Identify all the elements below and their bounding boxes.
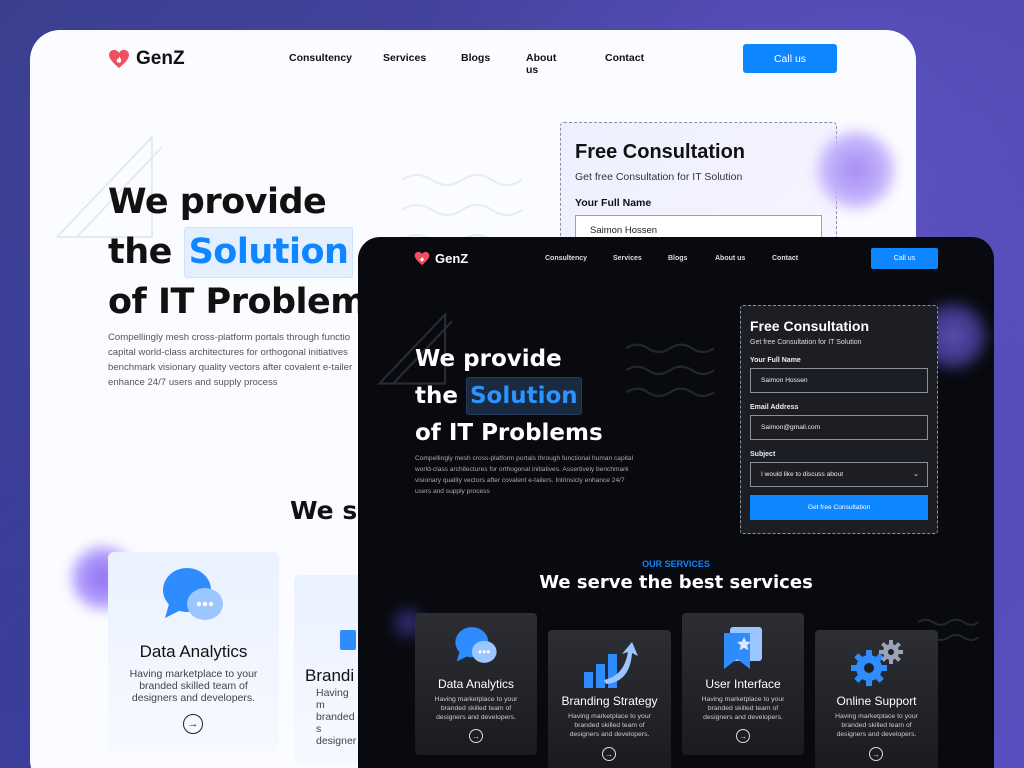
service-title: User Interface bbox=[705, 677, 781, 691]
nav-consultency[interactable]: Consultency bbox=[545, 255, 587, 262]
nav-contact[interactable]: Contact bbox=[605, 52, 644, 64]
hero-paragraph: Compellingly mesh cross-platform portals… bbox=[415, 455, 634, 495]
service-card[interactable]: Data Analytics Having marketplace to you… bbox=[108, 552, 279, 752]
nav-consultency[interactable]: Consultency bbox=[289, 52, 352, 64]
service-description: Having marketplace to your branded skill… bbox=[129, 668, 258, 704]
service-description: Having marketplace to your branded skill… bbox=[434, 696, 518, 721]
chevron-down-icon: ⌄ bbox=[913, 471, 919, 478]
hero-highlight: Solution bbox=[183, 227, 354, 278]
service-description: Having marketplace to your branded skill… bbox=[835, 713, 918, 738]
services-eyebrow: OUR SERVICES bbox=[642, 559, 710, 569]
bookmark-icon bbox=[340, 630, 356, 650]
decorative-wave-icon bbox=[626, 343, 715, 398]
service-description: Having marketplace to your branded skill… bbox=[568, 713, 651, 738]
call-us-button[interactable]: Call us bbox=[871, 248, 938, 269]
nav-services[interactable]: Services bbox=[383, 52, 426, 64]
nav-services[interactable]: Services bbox=[613, 255, 642, 262]
form-subtitle: Get free Consultation for IT Solution bbox=[750, 339, 862, 346]
brand-name: GenZ bbox=[435, 251, 469, 266]
hero-line-3: of IT Problems bbox=[108, 282, 387, 322]
service-title: Branding Strategy bbox=[561, 694, 658, 708]
arrow-right-icon[interactable]: → bbox=[736, 729, 750, 743]
nav-about-us[interactable]: About us bbox=[526, 52, 556, 76]
growth-chart-icon bbox=[584, 642, 638, 688]
nav-contact[interactable]: Contact bbox=[772, 255, 798, 262]
consultation-form: Free Consultation Get free Consultation … bbox=[740, 305, 938, 534]
heart-logo-icon bbox=[414, 251, 430, 266]
email-input[interactable]: Saimon@gmail.com bbox=[750, 415, 928, 440]
arrow-right-icon[interactable]: → bbox=[183, 714, 203, 734]
nav-blogs[interactable]: Blogs bbox=[461, 52, 490, 64]
chat-bubbles-icon bbox=[455, 627, 497, 663]
service-title: Data Analytics bbox=[139, 642, 248, 661]
subject-select[interactable]: I would like to discuss about ⌄ bbox=[750, 462, 928, 487]
hero-line-1: We provide bbox=[108, 182, 327, 222]
nav-about-us[interactable]: About us bbox=[715, 255, 745, 262]
chat-bubbles-icon bbox=[163, 568, 223, 620]
name-label: Your Full Name bbox=[750, 357, 801, 364]
hero-highlight: Solution bbox=[465, 377, 582, 415]
hero-paragraph: Compellingly mesh cross-platform portals… bbox=[108, 332, 353, 388]
service-card[interactable]: User Interface Having marketplace to you… bbox=[682, 613, 804, 755]
subject-label: Subject bbox=[750, 451, 776, 458]
hero-line-1: We provide bbox=[415, 346, 562, 372]
decorative-blob bbox=[816, 130, 896, 210]
gears-icon bbox=[851, 640, 903, 686]
hero-line-3: of IT Problems bbox=[415, 420, 603, 446]
brand-logo[interactable]: GenZ bbox=[414, 251, 468, 266]
service-title: Brandi bbox=[305, 666, 355, 685]
name-input[interactable]: Saimon Hossen bbox=[750, 368, 928, 393]
brand-logo[interactable]: GenZ bbox=[108, 48, 185, 70]
hero-heading: We provide the Solution of IT Problems bbox=[108, 178, 387, 327]
email-label: Email Address bbox=[750, 404, 799, 411]
form-subtitle: Get free Consultation for IT Solution bbox=[575, 171, 743, 183]
form-title: Free Consultation bbox=[750, 318, 870, 334]
service-description: Having marketplace to your branded skill… bbox=[701, 696, 785, 721]
dark-theme-preview: GenZ Consultency Services Blogs About us… bbox=[358, 237, 994, 768]
services-title: We serve the best services bbox=[539, 572, 813, 593]
hero-line-2: the Solution bbox=[108, 227, 387, 278]
arrow-right-icon[interactable]: → bbox=[869, 747, 883, 761]
subject-select-value: I would like to discuss about bbox=[761, 471, 844, 478]
name-label: Your Full Name bbox=[575, 197, 652, 209]
hero-heading: We provide the Solution of IT Problems bbox=[415, 341, 603, 451]
form-title: Free Consultation bbox=[575, 141, 746, 163]
service-title: Online Support bbox=[836, 694, 917, 708]
service-card[interactable]: Branding Strategy Having marketplace to … bbox=[548, 630, 671, 768]
service-card[interactable]: Online Support Having marketplace to you… bbox=[815, 630, 938, 768]
bookmark-star-icon bbox=[724, 627, 762, 669]
service-description: Having m branded s designer bbox=[316, 687, 357, 747]
hero-line-2: the Solution bbox=[415, 377, 603, 415]
arrow-right-icon[interactable]: → bbox=[469, 729, 483, 743]
nav-blogs[interactable]: Blogs bbox=[668, 255, 687, 262]
service-title: Data Analytics bbox=[437, 677, 515, 691]
get-free-consultation-button[interactable]: Get free Consultation bbox=[750, 495, 928, 520]
service-card[interactable]: Data Analytics Having marketplace to you… bbox=[415, 613, 537, 755]
arrow-right-icon[interactable]: → bbox=[602, 747, 616, 761]
call-us-button[interactable]: Call us bbox=[743, 44, 837, 73]
heart-logo-icon bbox=[109, 49, 129, 69]
brand-name: GenZ bbox=[136, 48, 185, 69]
